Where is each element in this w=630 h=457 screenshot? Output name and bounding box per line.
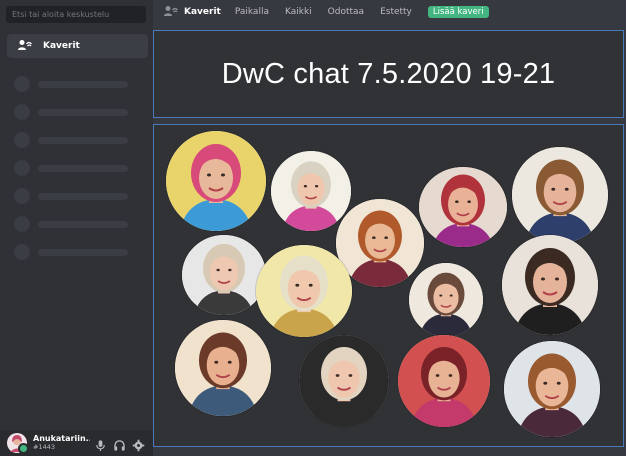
- tab-pending[interactable]: Odottaa: [328, 7, 364, 17]
- participant-photo: [256, 245, 352, 337]
- dm-placeholder: [14, 244, 134, 260]
- sidebar-item-label: Kaverit: [43, 41, 80, 51]
- event-title: DwC chat 7.5.2020 19-21: [221, 57, 556, 90]
- gear-icon[interactable]: [132, 437, 145, 451]
- avatar[interactable]: [7, 433, 29, 454]
- participant-photo: [271, 151, 351, 231]
- online-status-indicator: [18, 443, 29, 454]
- dm-placeholder: [14, 104, 134, 120]
- portrait-image: [299, 335, 389, 427]
- portrait-image: [166, 131, 266, 231]
- tab-all[interactable]: Kaikki: [285, 7, 312, 17]
- participant-photo: [166, 131, 266, 231]
- tab-blocked[interactable]: Estetty: [380, 7, 412, 17]
- portrait-image: [502, 235, 598, 335]
- portrait-image: [256, 245, 352, 337]
- user-tag: #1443: [33, 443, 55, 451]
- participant-photo: [504, 341, 600, 437]
- user-panel: Anukatariin... #1443: [0, 430, 153, 456]
- search-input[interactable]: Etsi tai aloita keskustelu: [6, 6, 146, 23]
- discord-window: Etsi tai aloita keskustelu Kaverit Anuka…: [0, 0, 630, 456]
- dm-placeholder: [14, 76, 134, 92]
- portrait-image: [271, 151, 351, 231]
- dm-placeholder: [14, 188, 134, 204]
- friends-header: Kaverit Paikalla Kaikki Odottaa Estetty …: [153, 0, 626, 24]
- portrait-image: [182, 235, 266, 315]
- tab-online[interactable]: Paikalla: [235, 7, 269, 17]
- add-friend-button[interactable]: Lisää kaveri: [427, 6, 489, 18]
- portrait-image: [512, 147, 608, 243]
- dm-placeholder: [14, 160, 134, 176]
- portrait-image: [409, 263, 483, 337]
- participant-photo: [336, 199, 424, 287]
- participant-photo: [299, 335, 389, 427]
- friends-wave-icon: [17, 38, 33, 54]
- participant-photo: [512, 147, 608, 243]
- microphone-icon[interactable]: [94, 437, 107, 451]
- portrait-image: [419, 167, 507, 247]
- username: Anukatariin...: [33, 434, 90, 443]
- page-title: Kaverit: [184, 7, 221, 17]
- participant-photo: [398, 335, 490, 427]
- dm-placeholder: [14, 132, 134, 148]
- sidebar-item-friends[interactable]: Kaverit: [7, 34, 148, 58]
- sidebar: Etsi tai aloita keskustelu Kaverit Anuka…: [0, 0, 153, 456]
- headphones-icon[interactable]: [113, 437, 126, 451]
- participant-photo: [182, 235, 266, 315]
- participant-photo: [175, 320, 271, 416]
- event-title-panel: DwC chat 7.5.2020 19-21: [153, 30, 624, 118]
- participant-photo: [409, 263, 483, 337]
- portrait-image: [504, 341, 600, 437]
- dm-placeholder: [14, 216, 134, 232]
- participant-photo: [419, 167, 507, 247]
- participant-photo-collage: [153, 124, 624, 447]
- main-content: Kaverit Paikalla Kaikki Odottaa Estetty …: [153, 0, 626, 456]
- friends-wave-icon: [163, 4, 179, 20]
- participant-photo: [502, 235, 598, 335]
- portrait-image: [175, 320, 271, 416]
- window-edge: [626, 0, 630, 456]
- portrait-image: [336, 199, 424, 287]
- portrait-image: [398, 335, 490, 427]
